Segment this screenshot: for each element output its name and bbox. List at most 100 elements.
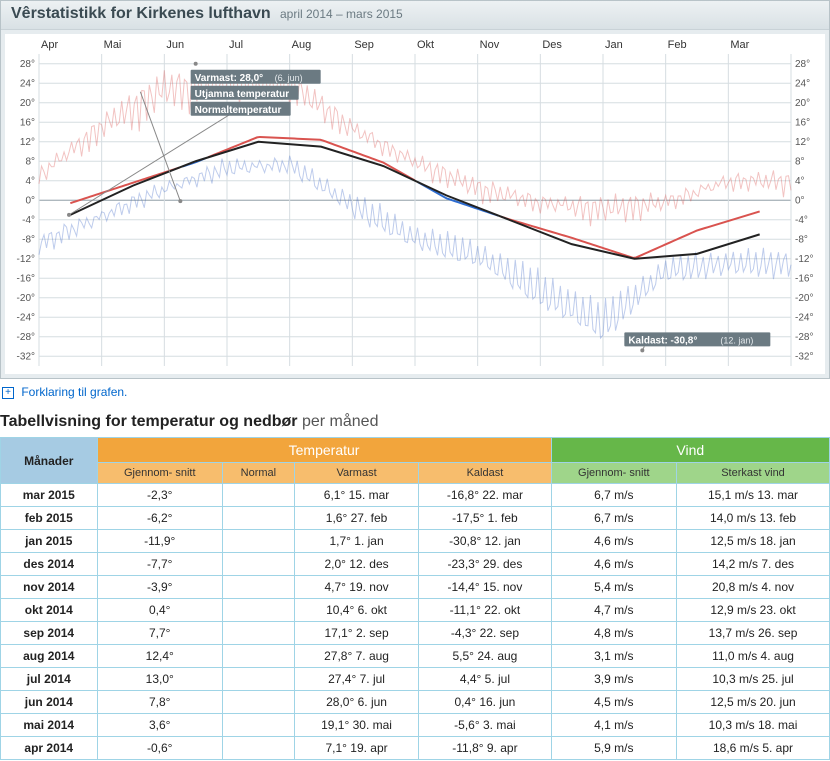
svg-text:8°: 8° xyxy=(25,156,35,167)
svg-text:-28°: -28° xyxy=(795,332,813,343)
table-heading-main: Tabellvisning for temperatur og nedbør xyxy=(0,413,298,430)
svg-text:-24°: -24° xyxy=(795,312,813,323)
svg-text:-12°: -12° xyxy=(795,254,813,265)
cell-wind-max: 11,0 m/s 4. aug xyxy=(677,645,830,668)
chart-legend-link[interactable]: Forklaring til grafen. xyxy=(21,385,127,399)
svg-text:Varmast: 28,0°: Varmast: 28,0° xyxy=(195,73,264,84)
cell-temp-coldest: 5,5° 24. aug xyxy=(419,645,551,668)
svg-text:28°: 28° xyxy=(795,59,810,70)
cell-wind-avg: 5,4 m/s xyxy=(551,576,676,599)
svg-text:Okt: Okt xyxy=(417,39,434,51)
svg-text:20°: 20° xyxy=(20,98,35,109)
svg-text:-12°: -12° xyxy=(17,254,35,265)
table-row: des 2014-7,7°2,0° 12. des-23,3° 29. des4… xyxy=(1,553,830,576)
cell-wind-max: 10,3 m/s 18. mai xyxy=(677,714,830,737)
table-heading-sub: per måned xyxy=(302,413,379,430)
table-row: okt 20140,4°10,4° 6. okt-11,1° 22. okt4,… xyxy=(1,599,830,622)
cell-temp-coldest: -14,4° 15. nov xyxy=(419,576,551,599)
svg-text:0°: 0° xyxy=(795,195,805,206)
cell-wind-avg: 4,1 m/s xyxy=(551,714,676,737)
table-row: apr 2014-0,6°7,1° 19. apr-11,8° 9. apr5,… xyxy=(1,737,830,760)
svg-text:Jul: Jul xyxy=(229,39,243,51)
cell-temp-avg: 13,0° xyxy=(97,668,222,691)
svg-text:-20°: -20° xyxy=(17,293,35,304)
col-group-wind: Vind xyxy=(551,438,829,463)
cell-wind-max: 15,1 m/s 13. mar xyxy=(677,484,830,507)
chart-title-bar: Vêrstatistikk for Kirkenes lufthavn apri… xyxy=(1,1,829,30)
svg-text:Jun: Jun xyxy=(166,39,184,51)
svg-text:16°: 16° xyxy=(20,117,35,128)
cell-temp-coldest: 0,4° 16. jun xyxy=(419,691,551,714)
cell-temp-avg: 7,8° xyxy=(97,691,222,714)
table-row: jul 201413,0°27,4° 7. jul4,4° 5. jul3,9 … xyxy=(1,668,830,691)
cell-temp-warmest: 4,7° 19. nov xyxy=(294,576,418,599)
col-temp-avg: Gjennom- snitt xyxy=(97,463,222,484)
cell-temp-avg: 0,4° xyxy=(97,599,222,622)
weather-chart-card: Vêrstatistikk for Kirkenes lufthavn apri… xyxy=(0,0,830,379)
table-row: mar 2015-2,3°6,1° 15. mar-16,8° 22. mar6… xyxy=(1,484,830,507)
cell-temp-normal xyxy=(222,576,294,599)
cell-wind-max: 14,0 m/s 13. feb xyxy=(677,507,830,530)
cell-temp-warmest: 1,7° 1. jan xyxy=(294,530,418,553)
cell-temp-warmest: 1,6° 27. feb xyxy=(294,507,418,530)
cell-wind-avg: 5,9 m/s xyxy=(551,737,676,760)
cell-temp-warmest: 17,1° 2. sep xyxy=(294,622,418,645)
cell-wind-avg: 4,6 m/s xyxy=(551,530,676,553)
cell-wind-avg: 4,5 m/s xyxy=(551,691,676,714)
svg-text:Sep: Sep xyxy=(354,39,374,51)
svg-text:Kaldast: -30,8°: Kaldast: -30,8° xyxy=(628,335,697,346)
svg-text:-4°: -4° xyxy=(795,215,808,226)
cell-wind-max: 12,9 m/s 23. okt xyxy=(677,599,830,622)
cell-wind-avg: 6,7 m/s xyxy=(551,507,676,530)
expand-icon[interactable]: + xyxy=(2,387,14,399)
cell-temp-normal xyxy=(222,691,294,714)
cell-month: feb 2015 xyxy=(1,507,98,530)
cell-temp-normal xyxy=(222,645,294,668)
cell-temp-normal xyxy=(222,599,294,622)
svg-text:12°: 12° xyxy=(20,137,35,148)
col-temp-coldest: Kaldast xyxy=(419,463,551,484)
cell-temp-avg: -11,9° xyxy=(97,530,222,553)
svg-text:-20°: -20° xyxy=(795,293,813,304)
svg-text:Normaltemperatur: Normaltemperatur xyxy=(195,105,282,116)
cell-month: des 2014 xyxy=(1,553,98,576)
cell-wind-max: 20,8 m/s 4. nov xyxy=(677,576,830,599)
svg-text:20°: 20° xyxy=(795,98,810,109)
svg-text:Mar: Mar xyxy=(730,39,749,51)
cell-temp-normal xyxy=(222,484,294,507)
cell-temp-warmest: 10,4° 6. okt xyxy=(294,599,418,622)
cell-wind-max: 18,6 m/s 5. apr xyxy=(677,737,830,760)
cell-temp-warmest: 2,0° 12. des xyxy=(294,553,418,576)
cell-temp-normal xyxy=(222,668,294,691)
svg-text:(6. jun): (6. jun) xyxy=(275,73,303,83)
cell-wind-avg: 3,9 m/s xyxy=(551,668,676,691)
cell-temp-warmest: 27,8° 7. aug xyxy=(294,645,418,668)
col-temp-warmest: Varmast xyxy=(294,463,418,484)
svg-text:-28°: -28° xyxy=(17,332,35,343)
svg-text:-32°: -32° xyxy=(795,351,813,362)
svg-text:12°: 12° xyxy=(795,137,810,148)
cell-temp-warmest: 27,4° 7. jul xyxy=(294,668,418,691)
cell-temp-coldest: -11,8° 9. apr xyxy=(419,737,551,760)
cell-temp-coldest: -5,6° 3. mai xyxy=(419,714,551,737)
cell-temp-normal xyxy=(222,530,294,553)
cell-wind-avg: 6,7 m/s xyxy=(551,484,676,507)
cell-temp-normal xyxy=(222,737,294,760)
col-group-temp: Temperatur xyxy=(97,438,551,463)
svg-text:Mai: Mai xyxy=(104,39,122,51)
cell-wind-avg: 4,8 m/s xyxy=(551,622,676,645)
cell-month: apr 2014 xyxy=(1,737,98,760)
cell-temp-coldest: -30,8° 12. jan xyxy=(419,530,551,553)
table-heading: Tabellvisning for temperatur og nedbør p… xyxy=(0,413,830,431)
cell-temp-warmest: 19,1° 30. mai xyxy=(294,714,418,737)
cell-temp-avg: 3,6° xyxy=(97,714,222,737)
cell-temp-warmest: 6,1° 15. mar xyxy=(294,484,418,507)
cell-wind-max: 13,7 m/s 26. sep xyxy=(677,622,830,645)
cell-temp-normal xyxy=(222,622,294,645)
svg-text:Nov: Nov xyxy=(480,39,500,51)
chart-subtitle: april 2014 – mars 2015 xyxy=(280,7,403,21)
weather-table: Månader Temperatur Vind Gjennom- snitt N… xyxy=(0,437,830,760)
svg-text:28°: 28° xyxy=(20,59,35,70)
svg-text:Utjamna temperatur: Utjamna temperatur xyxy=(195,89,290,100)
chart-title: Vêrstatistikk for Kirkenes lufthavn xyxy=(11,5,271,22)
